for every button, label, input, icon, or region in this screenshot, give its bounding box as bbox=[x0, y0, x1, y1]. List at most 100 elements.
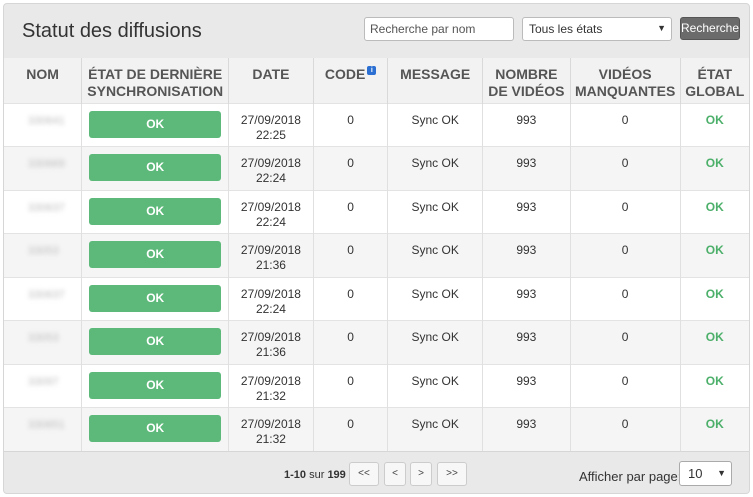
row-message: Sync OK bbox=[387, 189, 484, 234]
broadcast-status-panel: Statut des diffusions Tous les états ▼ R… bbox=[3, 3, 750, 494]
row-time: 21:36 bbox=[255, 258, 286, 272]
sync-status-button[interactable]: OK bbox=[89, 328, 222, 355]
row-missing-videos: 0 bbox=[570, 102, 681, 147]
row-global-state: OK bbox=[680, 320, 749, 364]
search-button[interactable]: Recherche bbox=[680, 17, 740, 40]
table-row: 330669 OK 27/09/2018 22:24 0 Sync OK 993 0 OK bbox=[4, 146, 749, 190]
table-row: 33053 OK 27/09/2018 21:36 0 Sync OK 993 0 OK bbox=[4, 320, 749, 364]
row-name-cell: 33053 bbox=[4, 320, 83, 364]
row-name-cell: 33053 bbox=[4, 233, 83, 277]
row-name-cell: 330637 bbox=[4, 276, 83, 321]
row-missing-videos: 0 bbox=[570, 407, 681, 451]
row-code: 0 bbox=[313, 146, 389, 190]
column-header-video-count[interactable]: NOMBRE DE VIDÉOS bbox=[482, 58, 571, 103]
row-name: 330651 bbox=[28, 419, 65, 431]
row-code: 0 bbox=[313, 233, 389, 277]
state-filter-value: Tous les états bbox=[529, 22, 603, 36]
row-global-state: OK bbox=[680, 102, 749, 147]
row-missing-videos: 0 bbox=[570, 276, 681, 321]
column-header-message[interactable]: MESSAGE bbox=[387, 58, 484, 103]
row-date: 27/09/2018 bbox=[240, 286, 301, 301]
row-time: 22:24 bbox=[255, 301, 286, 316]
column-header-name[interactable]: NOM bbox=[4, 58, 83, 103]
row-code: 0 bbox=[313, 363, 389, 408]
row-message: Sync OK bbox=[387, 233, 484, 277]
row-code: 0 bbox=[313, 102, 389, 147]
row-date-cell: 27/09/2018 22:24 bbox=[228, 146, 314, 190]
row-message: Sync OK bbox=[387, 276, 484, 321]
column-header-global-state[interactable]: ÉTAT GLOBAL bbox=[680, 58, 749, 103]
row-message: Sync OK bbox=[387, 102, 484, 147]
row-date: 27/09/2018 bbox=[240, 330, 301, 344]
row-date-cell: 27/09/2018 22:24 bbox=[228, 276, 314, 321]
row-date-cell: 27/09/2018 21:32 bbox=[228, 363, 314, 408]
page-title: Statut des diffusions bbox=[22, 20, 202, 42]
row-date: 27/09/2018 bbox=[240, 156, 301, 170]
row-video-count: 993 bbox=[482, 276, 571, 321]
row-video-count: 993 bbox=[482, 363, 571, 408]
search-input[interactable] bbox=[364, 17, 514, 41]
row-name-cell: 330637 bbox=[4, 189, 83, 234]
row-code: 0 bbox=[313, 189, 389, 234]
row-time: 22:24 bbox=[255, 214, 286, 229]
row-code: 0 bbox=[313, 320, 389, 364]
column-header-date[interactable]: DATE bbox=[228, 58, 314, 103]
first-page-button[interactable]: << bbox=[349, 462, 379, 486]
row-global-state: OK bbox=[680, 233, 749, 277]
row-sync-cell: OK bbox=[81, 407, 230, 451]
row-date-cell: 27/09/2018 21:36 bbox=[228, 233, 314, 277]
last-page-button[interactable]: >> bbox=[437, 462, 467, 486]
row-global-state: OK bbox=[680, 276, 749, 321]
row-sync-cell: OK bbox=[81, 233, 230, 277]
table-row: 330637 OK 27/09/2018 22:24 0 Sync OK 993 0 OK bbox=[4, 189, 749, 234]
chevron-down-icon: ▼ bbox=[657, 23, 666, 33]
row-sync-cell: OK bbox=[81, 276, 230, 321]
sync-status-button[interactable]: OK bbox=[89, 371, 222, 399]
row-name: 33053 bbox=[28, 332, 59, 344]
sync-status-button[interactable]: OK bbox=[89, 415, 222, 442]
row-missing-videos: 0 bbox=[570, 189, 681, 234]
next-page-button[interactable]: > bbox=[410, 462, 432, 486]
per-page-select[interactable]: 10 ▼ bbox=[679, 461, 732, 486]
row-date-cell: 27/09/2018 21:32 bbox=[228, 407, 314, 451]
sync-status-button[interactable]: OK bbox=[89, 241, 222, 268]
row-time: 22:25 bbox=[255, 127, 286, 142]
row-date: 27/09/2018 bbox=[240, 243, 301, 257]
sync-status-button[interactable]: OK bbox=[89, 284, 222, 312]
row-date: 27/09/2018 bbox=[240, 417, 301, 431]
row-name: 330637 bbox=[28, 288, 65, 301]
row-name: 330637 bbox=[28, 201, 65, 214]
sync-status-button[interactable]: OK bbox=[89, 154, 222, 181]
table-row: 330641 OK 27/09/2018 22:25 0 Sync OK 993 0 OK bbox=[4, 102, 749, 147]
row-time: 21:36 bbox=[255, 345, 286, 359]
column-header-sync-state[interactable]: ÉTAT DE DERNIÈRE SYNCHRONISATION bbox=[81, 58, 230, 103]
row-sync-cell: OK bbox=[81, 102, 230, 147]
row-message: Sync OK bbox=[387, 363, 484, 408]
row-date: 27/09/2018 bbox=[240, 373, 301, 388]
row-sync-cell: OK bbox=[81, 189, 230, 234]
column-header-missing-videos[interactable]: VIDÉOS MANQUANTES bbox=[570, 58, 681, 103]
state-filter-select[interactable]: Tous les états ▼ bbox=[522, 17, 672, 41]
row-code: 0 bbox=[313, 276, 389, 321]
row-missing-videos: 0 bbox=[570, 233, 681, 277]
sync-status-button[interactable]: OK bbox=[89, 197, 222, 225]
column-header-code[interactable]: CODE i bbox=[313, 58, 389, 103]
row-name: 33097 bbox=[28, 375, 59, 388]
table-row: 33053 OK 27/09/2018 21:36 0 Sync OK 993 0 OK bbox=[4, 233, 749, 277]
info-icon[interactable]: i bbox=[367, 66, 377, 75]
row-date: 27/09/2018 bbox=[240, 112, 301, 127]
row-video-count: 993 bbox=[482, 407, 571, 451]
row-message: Sync OK bbox=[387, 320, 484, 364]
table-row: 33097 OK 27/09/2018 21:32 0 Sync OK 993 0 OK bbox=[4, 363, 749, 408]
row-time: 21:32 bbox=[255, 388, 286, 403]
table-header-row: NOM ÉTAT DE DERNIÈRE SYNCHRONISATION DATE… bbox=[4, 58, 749, 103]
prev-page-button[interactable]: < bbox=[384, 462, 406, 486]
row-name-cell: 330651 bbox=[4, 407, 83, 451]
row-video-count: 993 bbox=[482, 102, 571, 147]
row-sync-cell: OK bbox=[81, 146, 230, 190]
sync-status-button[interactable]: OK bbox=[89, 110, 222, 138]
row-global-state: OK bbox=[680, 363, 749, 408]
row-video-count: 993 bbox=[482, 146, 571, 190]
row-date: 27/09/2018 bbox=[240, 199, 301, 214]
row-name: 330641 bbox=[28, 114, 65, 127]
